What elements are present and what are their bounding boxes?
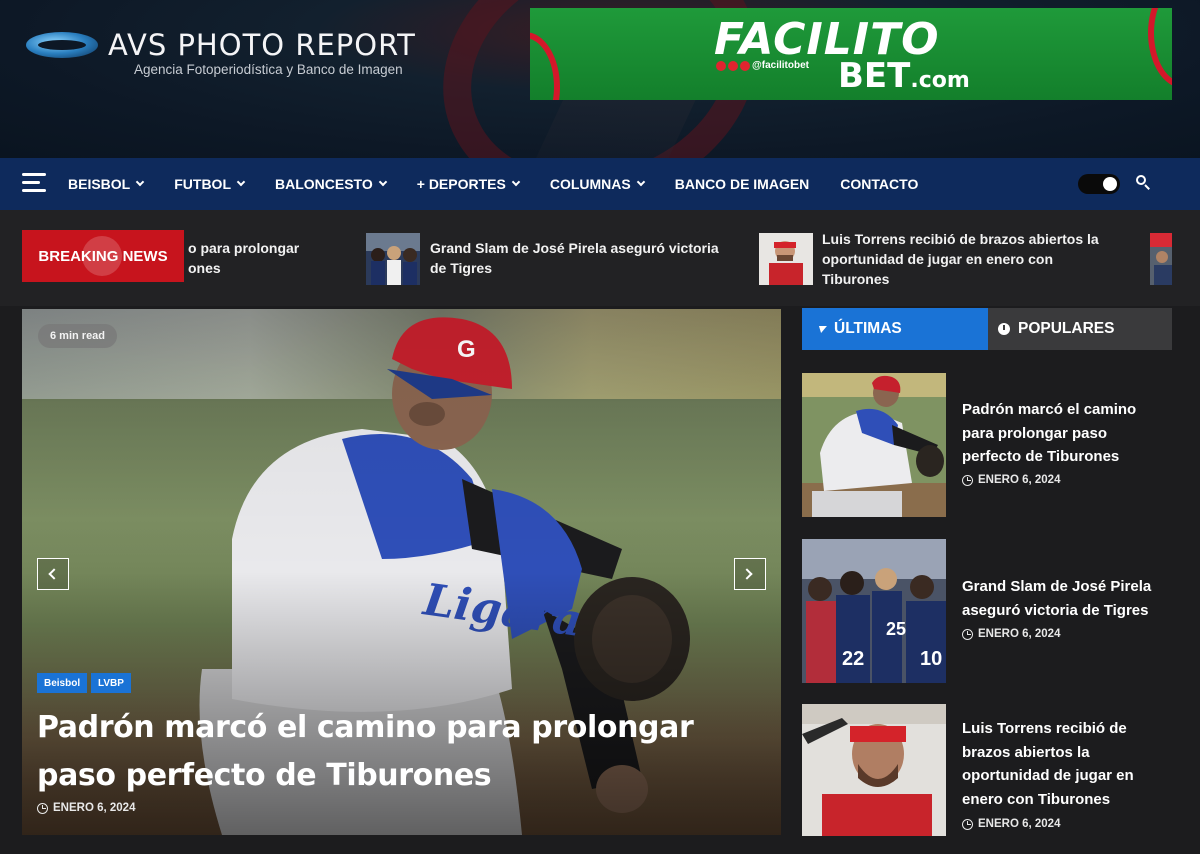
nav-item-label: + DEPORTES: [416, 176, 506, 192]
nav-item-label: BEISBOL: [68, 176, 131, 192]
ad-handle-text: @facilitobet: [752, 60, 809, 71]
nav-item-label: COLUMNAS: [549, 176, 631, 192]
sidebar-post-2-date-text: ENERO 6, 2024: [978, 628, 1061, 640]
logo-subtitle: Agencia Fotoperiodística y Banco de Imag…: [134, 62, 403, 77]
nav-item-label: BANCO DE IMAGEN: [674, 176, 810, 192]
sidebar-post-3-date-text: ENERO 6, 2024: [978, 818, 1061, 830]
sidebar-post-3-title[interactable]: Luis Torrens recibió de brazos abiertos …: [962, 717, 1162, 811]
chevron-down-icon: [236, 177, 246, 187]
svg-text:22: 22: [842, 648, 864, 670]
nav-item-label: CONTACTO: [840, 176, 919, 192]
sidebar-post-1[interactable]: Padrón marcó el camino para prolongar pa…: [802, 373, 1172, 517]
nav-item-label: BALONCESTO: [275, 176, 373, 192]
ticker-item-3-line2: oportunidad de jugar en enero con: [822, 251, 1054, 267]
nav-item-contacto[interactable]: CONTACTO: [840, 176, 918, 192]
tab-populares-label: POPULARES: [1018, 320, 1115, 337]
sidebar-tabs: ÚLTIMAS POPULARES: [802, 308, 1172, 350]
hamburger-menu-icon[interactable]: [22, 173, 46, 193]
nav-item-label: FUTBOL: [174, 176, 231, 192]
search-icon[interactable]: [1136, 175, 1150, 190]
tab-ultimas-label: ÚLTIMAS: [834, 320, 902, 337]
read-time-badge: 6 min read: [38, 324, 118, 348]
svg-text:25: 25: [886, 619, 906, 639]
tab-populares[interactable]: POPULARES: [988, 308, 1172, 350]
nav-item-columnas[interactable]: COLUMNAS: [549, 176, 645, 192]
sidebar-post-1-date-text: ENERO 6, 2024: [978, 474, 1061, 486]
chevron-down-icon: [511, 177, 521, 187]
chevron-left-icon: [48, 568, 60, 580]
nav-item-beisbol[interactable]: BEISBOL: [68, 176, 145, 192]
ad-decor-right: [1148, 8, 1172, 88]
instagram-icon: [716, 60, 726, 71]
sidebar-post-3-thumbnail[interactable]: [802, 704, 946, 836]
chevron-down-icon: [378, 177, 387, 187]
ticker-item-2-line1: Grand Slam de José Pirela aseguró victor…: [430, 240, 719, 256]
ticker-item-4-thumbnail[interactable]: [1150, 233, 1172, 285]
hero-title[interactable]: Padrón marcó el camino para prolongar pa…: [37, 704, 757, 800]
breaking-news-pulse: [82, 236, 122, 276]
sidebar-post-2-title[interactable]: Grand Slam de José Pirela aseguró victor…: [962, 575, 1162, 622]
advertisement-banner[interactable]: FACILITO @facilitobet BET.com: [530, 8, 1172, 100]
clock-icon: [37, 802, 48, 814]
hero-date: ENERO 6, 2024: [37, 802, 135, 814]
logo-title: AVS PHOTO REPORT: [108, 28, 416, 62]
nav-item-deportes[interactable]: + DEPORTES: [416, 176, 521, 192]
ad-brand-tld: .com: [910, 68, 970, 93]
nav-item-banco-de-imagen[interactable]: BANCO DE IMAGEN: [675, 176, 810, 192]
svg-text:10: 10: [920, 648, 942, 670]
chevron-down-icon: [636, 177, 645, 187]
slider-prev-button[interactable]: [37, 558, 69, 590]
tab-ultimas[interactable]: ÚLTIMAS: [802, 308, 988, 350]
ticker-item-2[interactable]: Grand Slam de José Pirela aseguró victor…: [430, 238, 719, 278]
clock-icon: [962, 474, 973, 486]
chevron-right-icon: [741, 568, 753, 580]
ad-social-handle: @facilitobet: [716, 60, 809, 71]
ticker-item-1-line2: ones: [188, 260, 221, 276]
sidebar-post-1-thumbnail[interactable]: [802, 373, 946, 517]
clock-icon: [998, 323, 1010, 335]
nav-item-futbol[interactable]: FUTBOL: [174, 176, 246, 192]
slider-next-button[interactable]: [734, 558, 766, 590]
hero-date-text: ENERO 6, 2024: [53, 802, 136, 814]
ticker-item-1[interactable]: o para prolongar ones: [188, 238, 299, 278]
twitter-icon: [740, 60, 750, 71]
sidebar-post-1-date: ENERO 6, 2024: [962, 474, 1060, 486]
clock-icon: [962, 818, 973, 830]
nav-item-baloncesto[interactable]: BALONCESTO: [275, 176, 387, 192]
main-navigation: BEISBOL FUTBOL BALONCESTO + DEPORTES COLUMNA…: [0, 158, 1200, 210]
tag-beisbol[interactable]: Beisbol: [37, 673, 88, 693]
sidebar-post-1-title[interactable]: Padrón marcó el camino para prolongar pa…: [962, 398, 1162, 469]
sidebar-post-2-date: ENERO 6, 2024: [962, 628, 1060, 640]
chevron-down-icon: [135, 177, 145, 187]
sidebar-post-3[interactable]: Luis Torrens recibió de brazos abiertos …: [802, 704, 1172, 836]
bolt-icon: [817, 325, 827, 333]
site-logo[interactable]: AVS PHOTO REPORT: [24, 24, 416, 66]
sidebar-post-3-date: ENERO 6, 2024: [962, 818, 1060, 830]
clock-icon: [962, 628, 973, 640]
moon-icon: [1103, 177, 1117, 191]
ticker-item-3[interactable]: Luis Torrens recibió de brazos abiertos …: [822, 229, 1099, 289]
ticker-item-3-thumbnail[interactable]: [759, 233, 813, 285]
tiktok-icon: [728, 60, 738, 71]
ticker-item-3-line1: Luis Torrens recibió de brazos abiertos …: [822, 231, 1099, 247]
tag-lvbp[interactable]: LVBP: [91, 673, 131, 693]
ticker-item-3-line3: Tiburones: [822, 271, 890, 287]
logo-icon: [24, 24, 100, 66]
ad-brand-bet: BET: [838, 56, 911, 96]
ticker-item-2-thumbnail[interactable]: [366, 233, 420, 285]
ticker-item-2-line2: de Tigres: [430, 260, 492, 276]
sidebar-post-2-thumbnail[interactable]: 22 25 10: [802, 539, 946, 683]
ad-decor-left: [530, 32, 560, 100]
dark-mode-toggle[interactable]: [1078, 174, 1120, 194]
sidebar-post-2[interactable]: 22 25 10 Grand Slam de José Pirela asegu…: [802, 539, 1172, 683]
ad-brand-bottom: BET.com: [838, 56, 970, 96]
ticker-item-1-line1: o para prolongar: [188, 240, 300, 256]
